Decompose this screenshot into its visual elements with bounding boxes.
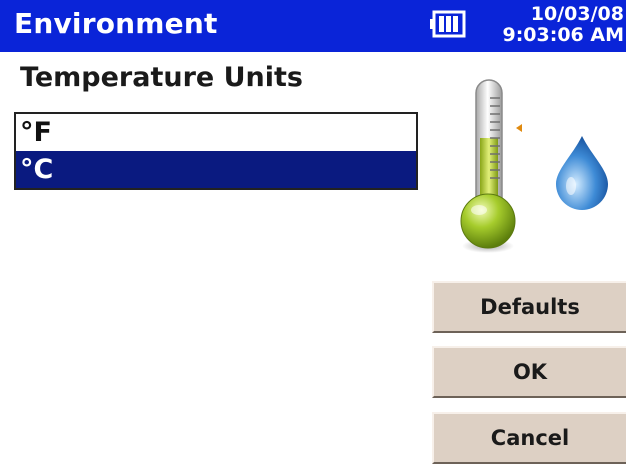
defaults-button[interactable]: Defaults — [432, 281, 626, 333]
unit-option-fahrenheit[interactable]: °F — [16, 114, 416, 151]
clock: 10/03/08 9:03:06 AM — [502, 4, 624, 46]
temperature-units-label: Temperature Units — [20, 62, 303, 93]
cancel-button[interactable]: Cancel — [432, 412, 626, 464]
unit-option-celsius[interactable]: °C — [16, 151, 416, 188]
title-bar: Environment 10/03/08 9:03:06 AM — [0, 0, 626, 52]
date-text: 10/03/08 — [530, 3, 624, 25]
ok-button[interactable]: OK — [432, 346, 626, 398]
water-drop-icon — [556, 136, 608, 210]
thermometer-icon — [460, 79, 522, 253]
time-text: 9:03:06 AM — [502, 24, 624, 46]
battery-icon — [430, 10, 466, 38]
temperature-units-list[interactable]: °F °C — [14, 112, 418, 190]
window-title: Environment — [14, 7, 218, 40]
